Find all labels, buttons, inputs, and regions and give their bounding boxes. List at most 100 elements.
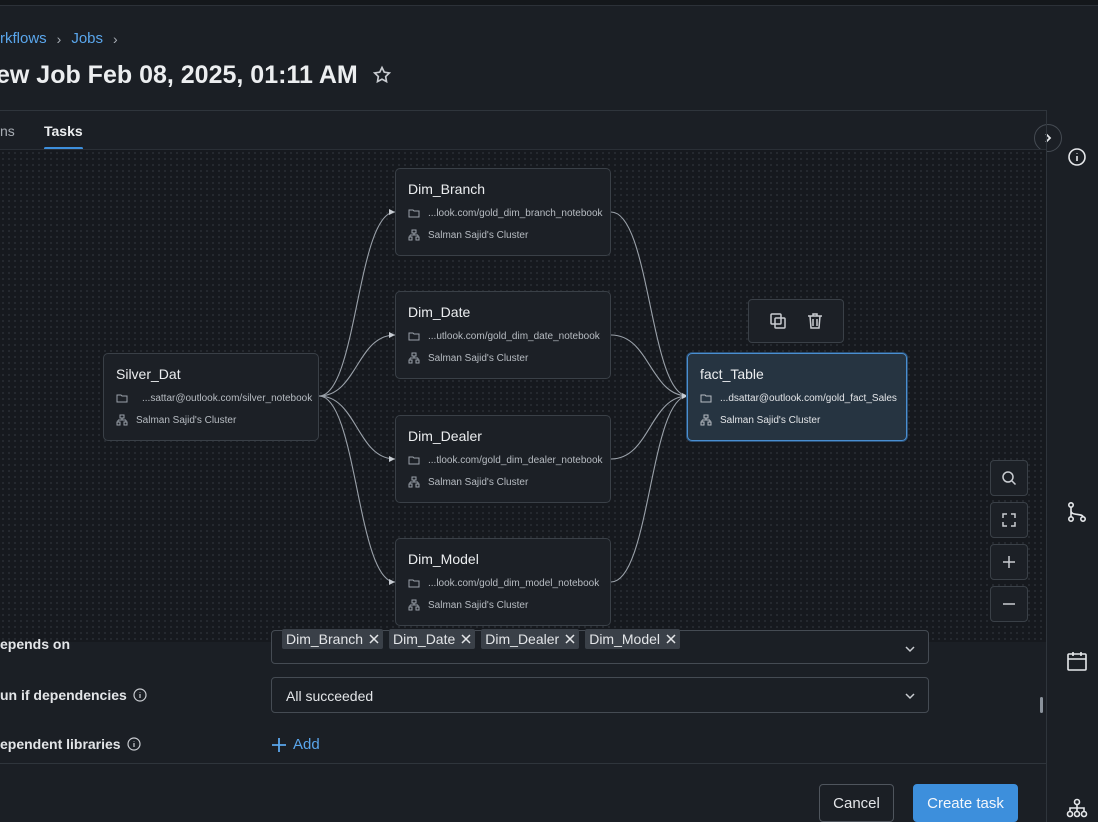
search-graph-button[interactable]	[990, 460, 1028, 496]
cluster-icon	[408, 599, 420, 611]
task-node-dim-dealer[interactable]: Dim_Dealer ...tlook.com/gold_dim_dealer_…	[395, 415, 611, 503]
cluster-icon	[700, 414, 712, 426]
dependency-chip: Dim_Date	[389, 629, 476, 649]
cluster: Salman Sajid's Cluster	[116, 414, 236, 426]
chip-label: Dim_Model	[589, 631, 661, 647]
notebook-path: ...tlook.com/gold_dim_dealer_notebook	[408, 454, 603, 466]
close-icon[interactable]	[369, 634, 379, 644]
add-library-button[interactable]: Add	[271, 736, 320, 753]
zoom-out-button[interactable]	[990, 586, 1028, 622]
notebook-path: ...dsattar@outlook.com/gold_fact_Sales	[700, 392, 897, 404]
notebook-path: ...look.com/gold_dim_model_notebook	[408, 577, 599, 589]
fit-view-icon	[1002, 513, 1016, 527]
cluster: Salman Sajid's Cluster	[408, 476, 528, 488]
copy-icon[interactable]	[768, 311, 788, 331]
task-name: Dim_Branch	[408, 181, 486, 197]
task-node-fact-table[interactable]: fact_Table ...dsattar@outlook.com/gold_f…	[687, 353, 907, 441]
dependency-chip: Dim_Branch	[282, 629, 384, 649]
dependency-chip: Dim_Dealer	[481, 629, 580, 649]
cluster-icon	[408, 476, 420, 488]
edge-branch-fact	[610, 211, 689, 397]
close-icon[interactable]	[666, 634, 676, 644]
cluster-name: Salman Sajid's Cluster	[720, 414, 821, 426]
footer: Cancel Create task	[0, 763, 1046, 822]
chip-label: Dim_Date	[393, 631, 456, 647]
tab-runs[interactable]: ns	[0, 123, 15, 139]
cluster-name: Salman Sajid's Cluster	[428, 352, 529, 364]
zoom-in-icon	[1003, 556, 1015, 568]
notebook-path-text: ...look.com/gold_dim_branch_notebook	[428, 207, 603, 219]
task-node-silver[interactable]: Silver_Dat ...sattar@outlook.com/silver_…	[103, 353, 319, 441]
page-title: ew Job Feb 08, 2025, 01:11 AM	[0, 60, 358, 89]
edge-model-fact	[610, 395, 689, 583]
cluster-name: Salman Sajid's Cluster	[428, 599, 529, 611]
edge-silver-model	[318, 395, 396, 583]
task-graph-canvas[interactable]: Silver_Dat ...sattar@outlook.com/silver_…	[0, 149, 1046, 642]
task-node-dim-date[interactable]: Dim_Date ...utlook.com/gold_dim_date_not…	[395, 291, 611, 379]
fit-view-button[interactable]	[990, 502, 1028, 538]
run-if-value: All succeeded	[286, 688, 374, 704]
task-node-dim-model[interactable]: Dim_Model ...look.com/gold_dim_model_not…	[395, 538, 611, 626]
breadcrumb: rkflows › Jobs ›	[0, 30, 128, 47]
task-name: Dim_Date	[408, 304, 471, 320]
folder-icon	[408, 579, 420, 588]
form-scrollbar[interactable]	[1040, 697, 1043, 713]
cluster-icon	[116, 414, 128, 426]
hierarchy-icon[interactable]	[1066, 798, 1088, 820]
folder-icon	[408, 209, 420, 218]
tab-tasks[interactable]: Tasks	[44, 123, 83, 150]
create-task-button[interactable]: Create task	[913, 784, 1018, 822]
close-icon[interactable]	[461, 634, 471, 644]
git-branch-icon[interactable]	[1066, 501, 1088, 523]
dependency-chip: Dim_Model	[585, 629, 681, 649]
cluster-icon	[408, 229, 420, 241]
plus-icon	[272, 737, 286, 752]
edge-date-fact	[610, 334, 689, 397]
notebook-path-text: ...sattar@outlook.com/silver_notebook	[142, 392, 313, 404]
notebook-path: ...look.com/gold_dim_branch_notebook	[408, 207, 603, 219]
task-name: Dim_Model	[408, 551, 479, 567]
star-icon[interactable]	[372, 65, 392, 85]
title-row: ew Job Feb 08, 2025, 01:11 AM	[0, 58, 392, 92]
cluster: Salman Sajid's Cluster	[408, 599, 528, 611]
folder-icon	[408, 332, 420, 341]
notebook-path: ...utlook.com/gold_dim_date_notebook	[408, 330, 600, 342]
task-name: fact_Table	[700, 366, 764, 382]
notebook-path-text: ...utlook.com/gold_dim_date_notebook	[428, 330, 600, 342]
cancel-button[interactable]: Cancel	[819, 784, 894, 822]
task-node-dim-branch[interactable]: Dim_Branch ...look.com/gold_dim_branch_n…	[395, 168, 611, 256]
right-rail	[1046, 110, 1098, 822]
notebook-path-text: ...tlook.com/gold_dim_dealer_notebook	[428, 454, 603, 466]
trash-icon[interactable]	[805, 311, 825, 331]
breadcrumb-jobs[interactable]: Jobs	[71, 30, 103, 47]
info-icon[interactable]	[126, 737, 141, 751]
folder-icon	[700, 394, 712, 403]
add-library-label: Add	[293, 736, 320, 753]
depends-on-label: epends on	[0, 636, 70, 652]
node-toolbar	[748, 299, 844, 343]
notebook-path-text: ...dsattar@outlook.com/gold_fact_Sales	[720, 392, 897, 404]
edge-silver-branch	[318, 211, 396, 397]
search-icon	[1002, 471, 1017, 486]
folder-icon	[116, 394, 128, 403]
cluster-name: Salman Sajid's Cluster	[136, 414, 237, 426]
chevron-right-icon: ›	[113, 30, 118, 47]
edge-dealer-fact	[610, 395, 689, 460]
cluster: Salman Sajid's Cluster	[408, 352, 528, 364]
task-name: Dim_Dealer	[408, 428, 482, 444]
dependency-chips: Dim_Branch Dim_Date Dim_Dealer Dim_Model	[282, 629, 681, 649]
depends-on-label-text: epends on	[0, 636, 71, 652]
info-icon[interactable]	[133, 688, 147, 702]
zoom-out-icon	[1003, 603, 1015, 605]
notebook-path-text: ...look.com/gold_dim_model_notebook	[428, 577, 600, 589]
calendar-icon[interactable]	[1066, 650, 1088, 672]
run-if-select[interactable]: All succeeded	[271, 677, 929, 713]
close-icon[interactable]	[565, 634, 575, 644]
chip-label: Dim_Branch	[286, 631, 364, 647]
depends-on-select[interactable]: Dim_Branch Dim_Date Dim_Dealer Dim_Model	[271, 629, 929, 664]
cluster-icon	[408, 352, 420, 364]
zoom-in-button[interactable]	[990, 544, 1028, 580]
breadcrumb-workflows[interactable]: rkflows	[0, 30, 47, 47]
info-icon[interactable]	[1066, 146, 1088, 168]
run-if-label: un if dependencies	[0, 687, 147, 703]
